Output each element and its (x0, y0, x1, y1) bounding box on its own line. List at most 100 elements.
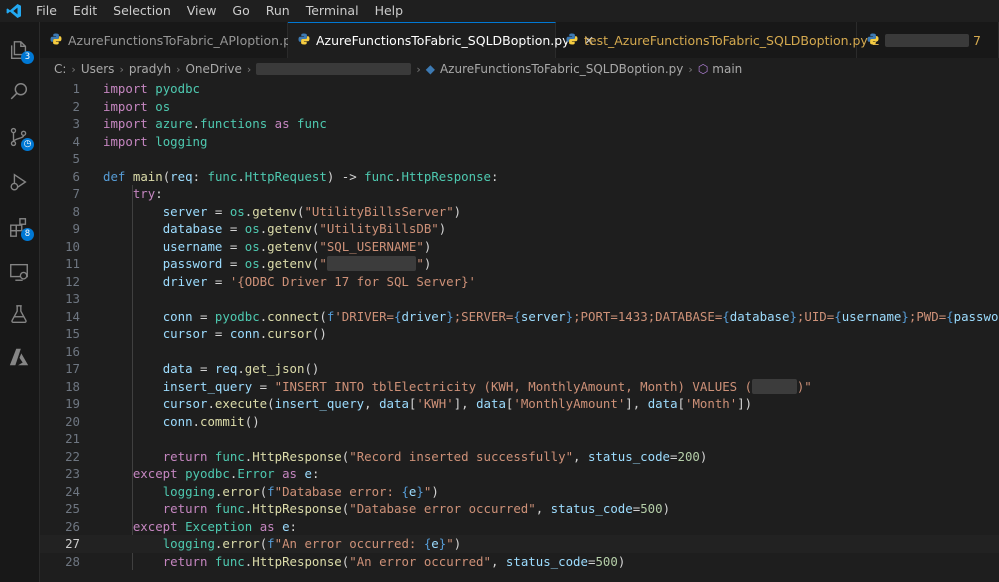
python-file-icon (566, 33, 578, 48)
code-text: import azure.functions as func (103, 116, 327, 131)
code-text: cursor = conn.cursor() (162, 326, 327, 341)
testing-icon[interactable] (4, 299, 34, 329)
breadcrumb-users[interactable]: Users (81, 62, 115, 76)
extensions-icon[interactable]: 8 (4, 212, 34, 242)
code-line[interactable]: 26 except Exception as e: (40, 518, 999, 536)
code-line[interactable]: 11 password = os.getenv("xxxxxxxxxxxx") (40, 255, 999, 273)
python-file-icon (50, 33, 62, 48)
line-number: 15 (65, 326, 80, 341)
vscode-logo-icon (0, 0, 28, 22)
code-line[interactable]: 12 driver = '{ODBC Driver 17 for SQL Ser… (40, 273, 999, 291)
explorer-badge: 3 (21, 51, 34, 64)
code-line[interactable]: 15 cursor = conn.cursor() (40, 325, 999, 343)
code-line[interactable]: 16 (40, 343, 999, 361)
code-editor[interactable]: 1 import pyodbc 2 import os 3 import azure.fu… (40, 80, 999, 582)
code-line[interactable]: 9 database = os.getenv("UtilityBillsDB") (40, 220, 999, 238)
explorer-icon[interactable]: 3 (4, 35, 34, 65)
line-number: 2 (72, 98, 80, 114)
search-icon[interactable] (4, 77, 34, 107)
code-line[interactable]: 8 server = os.getenv("UtilityBillsServer… (40, 203, 999, 221)
code-text: def main(req: func.HttpRequest) -> func.… (103, 168, 499, 184)
breadcrumb-symbol[interactable]: main (712, 62, 742, 76)
menu-edit[interactable]: Edit (65, 0, 105, 22)
code-line[interactable]: 3 import azure.functions as func (40, 115, 999, 133)
line-number: 9 (72, 221, 80, 236)
code-line[interactable]: 13 (40, 290, 999, 308)
code-line[interactable]: 18 insert_query = "INSERT INTO tblElectr… (40, 378, 999, 396)
chevron-right-icon: › (119, 62, 124, 76)
code-text: database = os.getenv("UtilityBillsDB") (162, 221, 447, 236)
chevron-right-icon: › (246, 62, 252, 76)
line-number: 8 (72, 203, 80, 219)
code-text: return func.HttpResponse("An error occur… (162, 553, 626, 569)
menu-run[interactable]: Run (258, 0, 298, 22)
code-line[interactable]: 25 return func.HttpResponse("Database er… (40, 500, 999, 518)
remote-explorer-icon[interactable] (4, 257, 34, 287)
line-number: 1 (72, 81, 80, 96)
tab-redacted[interactable]: 7 (857, 22, 999, 58)
line-number: 23 (65, 466, 80, 481)
code-line[interactable]: 23 except pyodbc.Error as e: (40, 465, 999, 483)
menu-view[interactable]: View (179, 0, 225, 22)
menu-terminal[interactable]: Terminal (298, 0, 367, 22)
code-line[interactable]: 27 logging.error(f"An error occurred: {e… (40, 535, 999, 553)
code-line[interactable]: 20 conn.commit() (40, 413, 999, 431)
menu-selection[interactable]: Selection (105, 0, 179, 22)
code-text: import logging (103, 133, 208, 149)
code-line[interactable]: 22 return func.HttpResponse("Record inse… (40, 448, 999, 466)
code-text: conn = pyodbc.connect(f'DRIVER={driver};… (162, 308, 999, 324)
tab-label: AzureFunctionsToFabric_APIoption.py (68, 32, 299, 48)
code-text: import os (103, 98, 171, 114)
code-line[interactable]: 2 import os (40, 98, 999, 116)
code-line[interactable]: 19 cursor.execute(insert_query, data['KW… (40, 395, 999, 413)
azure-icon[interactable] (4, 342, 34, 372)
activity-bar: 3 ◷ 8 (0, 22, 40, 582)
code-line[interactable]: 6 def main(req: func.HttpRequest) -> func… (40, 168, 999, 186)
code-line[interactable]: 21 (40, 430, 999, 448)
breadcrumb-drive[interactable]: C: (54, 62, 66, 76)
tab-label: AzureFunctionsToFabric_SQLDBoption.py (316, 33, 570, 48)
tab-bar: AzureFunctionsToFabric_APIoption.py Azur… (40, 22, 999, 58)
line-number: 12 (65, 273, 80, 289)
chevron-right-icon: › (688, 62, 693, 76)
code-line[interactable]: 7 try: (40, 185, 999, 203)
code-line[interactable]: 1 import pyodbc (40, 80, 999, 98)
code-text: logging.error(f"An error occurred: {e}") (162, 536, 462, 551)
breadcrumb-file[interactable]: AzureFunctionsToFabric_SQLDBoption.py (440, 62, 683, 76)
redacted-tab-label (885, 33, 969, 47)
code-line[interactable]: 24 logging.error(f"Database error: {e}") (40, 483, 999, 501)
code-line[interactable]: 4 import logging (40, 133, 999, 151)
source-control-clock-icon: ◷ (21, 138, 34, 151)
line-number: 6 (72, 168, 80, 184)
breadcrumb-user[interactable]: pradyh (129, 62, 171, 76)
breadcrumb-onedrive[interactable]: OneDrive (185, 62, 241, 76)
code-text: username = os.getenv("SQL_USERNAME") (162, 238, 432, 254)
code-text: cursor.execute(insert_query, data['KWH']… (162, 396, 753, 411)
code-text: import pyodbc (103, 81, 200, 96)
tab-api-option[interactable]: AzureFunctionsToFabric_APIoption.py (40, 22, 298, 58)
code-line[interactable]: 14 conn = pyodbc.connect(f'DRIVER={drive… (40, 308, 999, 326)
menu-go[interactable]: Go (224, 0, 257, 22)
run-debug-icon[interactable] (4, 167, 34, 197)
line-number: 18 (65, 378, 80, 394)
menu-bar: File Edit Selection View Go Run Terminal… (0, 0, 999, 22)
source-control-icon[interactable]: ◷ (4, 122, 34, 152)
chevron-right-icon: › (416, 62, 421, 76)
code-line[interactable]: 28 return func.HttpResponse("An error oc… (40, 553, 999, 571)
line-number: 10 (65, 238, 80, 254)
tab-test-sqldb-option[interactable]: test_AzureFunctionsToFabric_SQLDBoption.… (556, 22, 880, 58)
menu-file[interactable]: File (28, 0, 65, 22)
line-number: 26 (65, 518, 80, 534)
chevron-right-icon: › (71, 62, 76, 76)
python-file-icon (867, 33, 879, 48)
problem-count: 7 (973, 32, 981, 48)
tab-sqldb-option[interactable]: AzureFunctionsToFabric_SQLDBoption.py ✕ (288, 22, 594, 58)
code-line[interactable]: 10 username = os.getenv("SQL_USERNAME") (40, 238, 999, 256)
code-text: data = req.get_json() (162, 361, 320, 376)
code-line[interactable]: 17 data = req.get_json() (40, 360, 999, 378)
line-number: 4 (72, 133, 80, 149)
line-number: 14 (65, 308, 80, 324)
code-line[interactable]: 5 (40, 150, 999, 168)
python-file-icon (298, 33, 310, 48)
menu-help[interactable]: Help (367, 0, 412, 22)
